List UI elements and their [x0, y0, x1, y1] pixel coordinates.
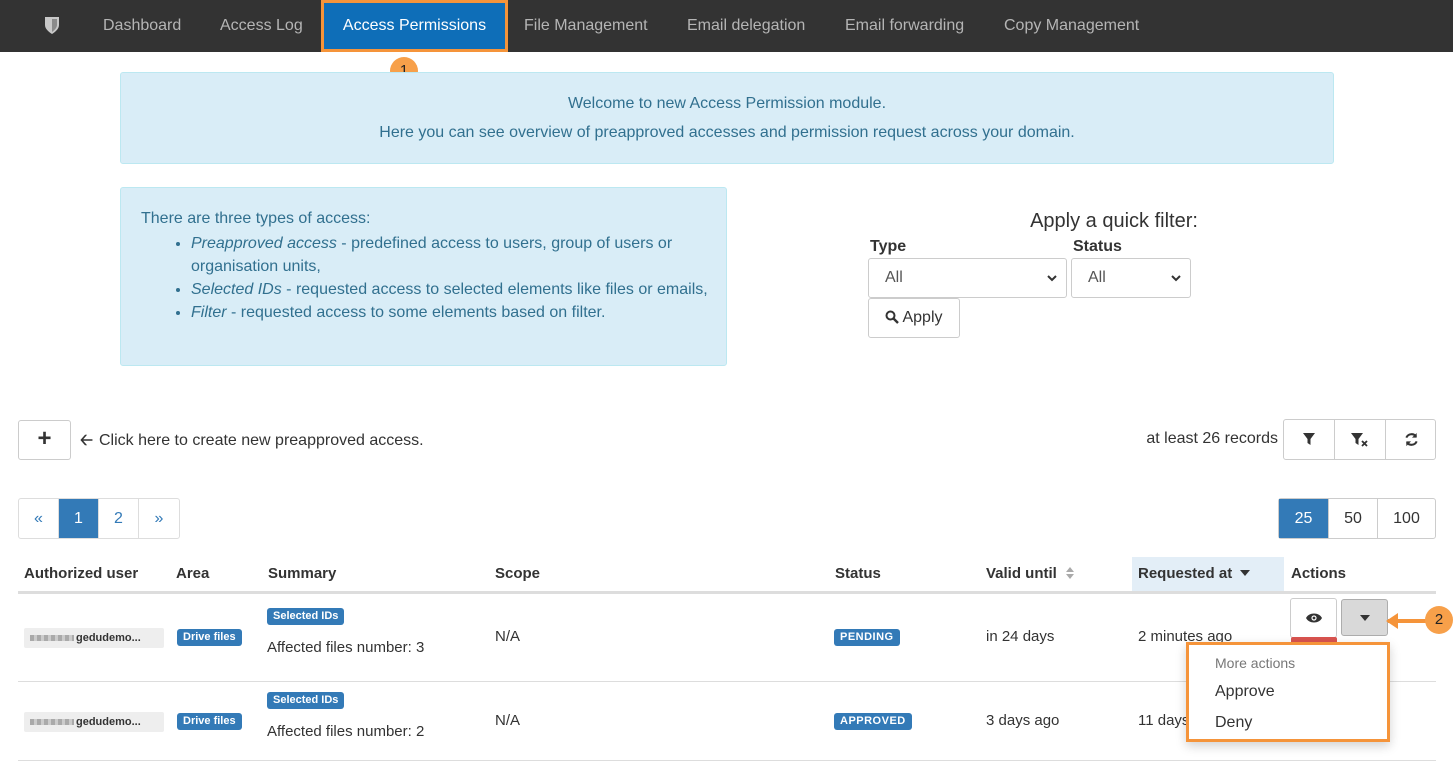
page-2[interactable]: 2: [99, 499, 139, 538]
col-area[interactable]: Area: [176, 557, 209, 592]
eye-icon: [1305, 613, 1322, 623]
filter-icon: [1303, 433, 1315, 445]
nav-email-forwarding[interactable]: Email forwarding: [845, 0, 964, 52]
types-item-selected-ids: Selected IDs - requested access to selec…: [191, 278, 711, 301]
row1-summary-badge: Selected IDs: [267, 608, 345, 625]
row2-summary-badge: Selected IDs: [267, 692, 345, 709]
page-size-100[interactable]: 100: [1378, 499, 1435, 538]
row2-user: gedudemo...: [24, 712, 164, 732]
types-item-filter: Filter - requested access to some elemen…: [191, 301, 711, 324]
page-prev[interactable]: «: [19, 499, 59, 538]
nav-access-permissions[interactable]: Access Permissions: [321, 0, 508, 52]
row2-scope: N/A: [495, 712, 521, 729]
page-next[interactable]: »: [139, 499, 179, 538]
shield-logo-icon[interactable]: [40, 13, 64, 37]
row1-area-badge: Drive files: [177, 629, 242, 646]
welcome-alert: Welcome to new Access Permission module.…: [120, 72, 1334, 164]
page-size-50[interactable]: 50: [1329, 499, 1378, 538]
col-scope[interactable]: Scope: [495, 557, 540, 592]
col-valid-until[interactable]: Valid until: [986, 557, 1075, 592]
sort-both-icon: [1066, 567, 1075, 579]
approve-menu-item[interactable]: Approve: [1215, 683, 1275, 701]
header-divider: [18, 591, 1436, 594]
add-preapproved-button[interactable]: +: [18, 420, 71, 460]
redacted-block: [30, 635, 74, 641]
page-size-selector: 25 50 100: [1278, 498, 1436, 539]
row1-more-actions-toggle[interactable]: [1341, 599, 1388, 636]
row2-summary-text: Affected files number: 2: [267, 723, 425, 740]
nav-file-management[interactable]: File Management: [524, 0, 648, 52]
nav-copy-management[interactable]: Copy Management: [1004, 0, 1139, 52]
types-item-preapproved: Preapproved access - predefined access t…: [191, 232, 711, 278]
search-icon: [885, 310, 900, 324]
types-list: Preapproved access - predefined access t…: [191, 232, 711, 324]
row1-view-button[interactable]: [1290, 598, 1337, 638]
quick-filter-title: Apply a quick filter:: [1030, 210, 1198, 232]
caret-down-icon: [1359, 614, 1370, 621]
row2-status-badge: APPROVED: [834, 713, 912, 730]
create-hint: 🡠 Click here to create new preapproved ac…: [80, 432, 424, 449]
top-navbar: Dashboard Access Log Access Permissions …: [0, 0, 1453, 52]
row-divider: [18, 760, 1436, 761]
status-label: Status: [1073, 238, 1122, 255]
row1-user: gedudemo...: [24, 628, 164, 648]
col-authorized-user[interactable]: Authorized user: [24, 557, 138, 592]
nav-email-delegation[interactable]: Email delegation: [687, 0, 805, 52]
page-1[interactable]: 1: [59, 499, 99, 538]
chevron-down-icon: [1171, 275, 1181, 282]
menu-header: More actions: [1215, 655, 1296, 671]
nav-dashboard[interactable]: Dashboard: [103, 0, 181, 52]
types-intro: There are three types of access:: [141, 210, 371, 227]
col-requested-at[interactable]: Requested at: [1132, 557, 1284, 592]
table-tools: [1283, 419, 1436, 460]
deny-menu-item[interactable]: Deny: [1215, 714, 1252, 732]
callout-marker-2: 2: [1425, 606, 1453, 634]
clear-filter-icon: [1351, 432, 1368, 447]
welcome-line-2: Here you can see overview of preapproved…: [379, 124, 1075, 141]
arrow-left-icon: 🡠: [80, 432, 93, 449]
more-actions-menu: More actions Approve Deny: [1186, 642, 1390, 742]
type-select[interactable]: All: [868, 258, 1067, 298]
refresh-icon: [1405, 432, 1418, 447]
pagination: « 1 2 »: [18, 498, 180, 539]
nav-access-log[interactable]: Access Log: [220, 0, 303, 52]
welcome-line-1: Welcome to new Access Permission module.: [567, 95, 887, 112]
row2-area-badge: Drive files: [177, 713, 242, 730]
apply-button[interactable]: Apply: [868, 298, 960, 338]
row1-status-badge: PENDING: [834, 629, 900, 646]
row1-summary-text: Affected files number: 3: [267, 639, 425, 656]
page-size-25[interactable]: 25: [1279, 499, 1329, 538]
refresh-button[interactable]: [1386, 420, 1437, 459]
row1-valid-until: in 24 days: [986, 628, 1055, 645]
clear-filter-button[interactable]: [1335, 420, 1386, 459]
row2-requested-at: 11 days: [1138, 712, 1190, 729]
row2-valid-until: 3 days ago: [986, 712, 1060, 729]
records-count: at least 26 records: [1146, 430, 1278, 447]
col-status[interactable]: Status: [835, 557, 881, 592]
filter-button[interactable]: [1284, 420, 1335, 459]
type-label: Type: [870, 238, 907, 255]
col-actions: Actions: [1291, 565, 1347, 582]
row1-scope: N/A: [495, 628, 521, 645]
col-summary[interactable]: Summary: [268, 557, 336, 592]
sort-desc-icon: [1240, 570, 1251, 576]
redacted-block: [30, 719, 74, 725]
access-types-info: There are three types of access: Preappr…: [120, 187, 727, 366]
chevron-down-icon: [1047, 275, 1057, 282]
status-select[interactable]: All: [1071, 258, 1191, 298]
callout-arrow-head: [1386, 613, 1398, 629]
